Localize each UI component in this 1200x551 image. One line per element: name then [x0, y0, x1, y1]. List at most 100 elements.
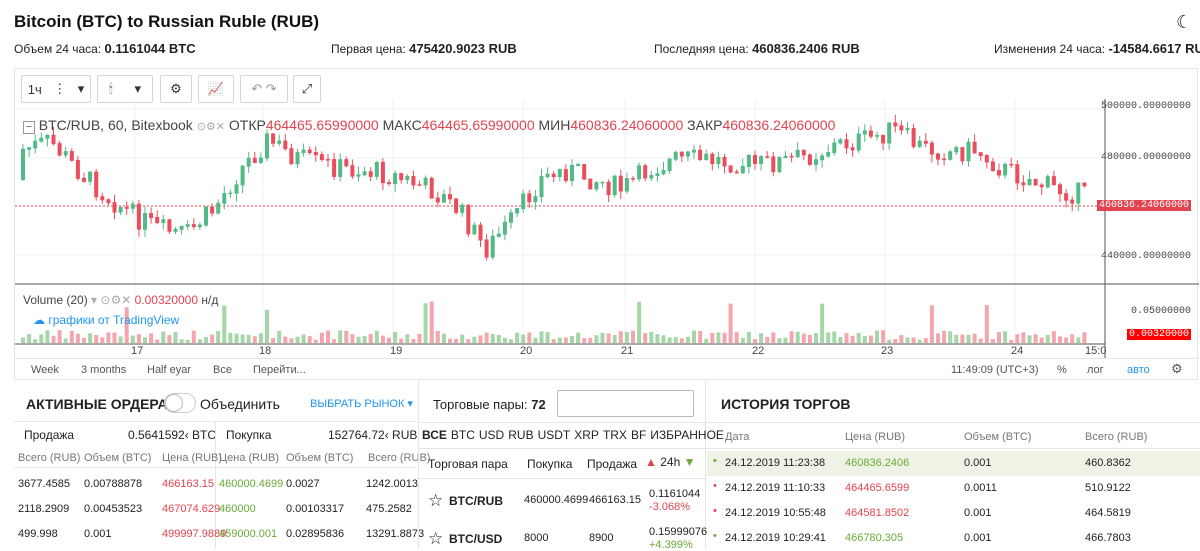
- pair-tab[interactable]: XRP: [574, 428, 599, 442]
- volume-bar: [417, 333, 422, 343]
- pair-change-pct[interactable]: -3.068%: [649, 501, 690, 513]
- volume-bar: [185, 339, 190, 343]
- volume-bar: [704, 338, 709, 343]
- pair-buy[interactable]: 460000.4699: [524, 494, 588, 506]
- buy-order-cell[interactable]: 459000.001: [219, 528, 277, 540]
- candle: [374, 161, 379, 177]
- candle: [905, 128, 910, 131]
- dark-mode-icon[interactable]: ☾: [1176, 12, 1192, 33]
- candle: [417, 184, 422, 186]
- volume-bar: [771, 332, 776, 343]
- sell-order-cell[interactable]: 3677.4585: [18, 478, 70, 490]
- sell-order-cell[interactable]: 0.00453523: [84, 503, 142, 515]
- range-week[interactable]: Week: [31, 364, 59, 376]
- log-toggle[interactable]: лог: [1087, 364, 1104, 376]
- range-half-year[interactable]: Half eyar: [147, 364, 191, 376]
- candle: [783, 155, 788, 159]
- sell-order-cell[interactable]: 2118.2909: [18, 503, 69, 515]
- sell-order-cell[interactable]: 499997.9889: [162, 528, 226, 540]
- change-header[interactable]: ▲ 24h ▼: [645, 455, 696, 469]
- clock: 11:49:09 (UTC+3): [951, 364, 1039, 376]
- sell-order-cell[interactable]: 0.001: [84, 528, 112, 540]
- volume-bar: [881, 330, 886, 343]
- volume-bar: [429, 301, 434, 343]
- sell-header[interactable]: Продажа: [587, 457, 637, 471]
- active-orders-panel: АКТИВНЫЕ ОРДЕРА Объединить ВЫБРАТЬ РЫНОК…: [14, 381, 430, 549]
- candle: [838, 139, 843, 144]
- favorite-star-icon[interactable]: ☆: [428, 491, 443, 511]
- candle: [978, 152, 983, 157]
- buy-order-cell[interactable]: 460000: [219, 503, 256, 515]
- candle: [643, 165, 648, 179]
- range-3months[interactable]: 3 months: [81, 364, 126, 376]
- volume-bar: [997, 332, 1001, 343]
- sell-order-cell[interactable]: 466163.15: [162, 478, 214, 490]
- candle: [100, 196, 105, 201]
- candle: [136, 203, 141, 230]
- volume-bar: [984, 305, 989, 343]
- pair-tab[interactable]: RUB: [508, 428, 533, 442]
- range-all[interactable]: Все: [213, 364, 232, 376]
- col-header: Дата: [725, 431, 750, 443]
- pair-tab[interactable]: ВСЕ: [422, 428, 447, 442]
- buy-header[interactable]: Покупка: [527, 457, 572, 471]
- history-cell: 24.12.2019 10:55:48: [725, 507, 826, 519]
- volume-bar: [917, 339, 922, 343]
- volume-bar: [759, 333, 764, 343]
- history-title: ИСТОРИЯ ТОРГОВ: [721, 396, 851, 412]
- pair-tab[interactable]: BTC: [451, 428, 475, 442]
- pair-name[interactable]: BTC/USD: [449, 532, 502, 546]
- volume-bar: [228, 332, 233, 343]
- pair-sell[interactable]: 466163.15: [589, 494, 641, 506]
- history-cell: 0.001: [964, 532, 992, 544]
- merge-toggle[interactable]: [164, 393, 196, 413]
- pair-tab[interactable]: TRX: [603, 428, 627, 442]
- pair-change-pct[interactable]: +4.399%: [649, 539, 693, 551]
- chart-settings-icon[interactable]: ⚙: [1171, 361, 1183, 377]
- favorite-star-icon[interactable]: ☆: [428, 529, 443, 549]
- pair-change-volume[interactable]: 0.15999076: [649, 526, 707, 538]
- pair-name[interactable]: BTC/RUB: [449, 494, 503, 508]
- volume-bar: [600, 332, 605, 343]
- price-chart[interactable]: 1ч ⋮ ▾ 🕯 ▾ ⚙ 📈 ↶ ↷ ⤢ − BTC/RUB, 60, Bitexbo…: [14, 68, 1199, 380]
- pair-sell[interactable]: 8900: [589, 532, 613, 544]
- candle: [246, 157, 251, 167]
- pair-tab[interactable]: USDT: [538, 428, 571, 442]
- sell-order-cell[interactable]: 0.00788878: [84, 478, 142, 490]
- sell-order-cell[interactable]: 499.998: [18, 528, 58, 540]
- candle: [942, 158, 947, 161]
- buy-order-cell[interactable]: 1242.0013: [366, 478, 418, 490]
- tradingview-logo[interactable]: ☁ графики от TradingView: [33, 313, 179, 327]
- pair-search-input[interactable]: [557, 390, 694, 417]
- goto-button[interactable]: Перейти...: [253, 364, 306, 376]
- candle: [545, 173, 550, 177]
- volume-bar: [740, 337, 745, 343]
- candle: [856, 133, 861, 151]
- pair-change-volume[interactable]: 0.1161044: [649, 488, 700, 500]
- candle: [539, 175, 544, 198]
- buy-order-cell[interactable]: 475.2582: [366, 503, 412, 515]
- page-title: Bitcoin (BTC) to Russian Ruble (RUB): [14, 12, 320, 31]
- candle: [1064, 193, 1069, 201]
- volume-bar: [509, 339, 513, 343]
- buy-order-cell[interactable]: 460000.4699: [219, 478, 283, 490]
- buy-total: 152764.72‹ RUB: [328, 428, 418, 442]
- percent-toggle[interactable]: %: [1057, 364, 1067, 376]
- pair-header[interactable]: Торговая пара: [428, 457, 508, 471]
- volume-bar: [807, 334, 812, 343]
- buy-order-cell[interactable]: 0.00103317: [286, 503, 344, 515]
- auto-toggle[interactable]: авто: [1127, 364, 1150, 376]
- sell-order-cell[interactable]: 467074.629: [162, 503, 220, 515]
- candle: [460, 204, 465, 213]
- select-market-button[interactable]: ВЫБРАТЬ РЫНОК ▾: [310, 397, 413, 410]
- volume-bar: [801, 333, 806, 343]
- x-tick: 20: [520, 345, 533, 357]
- buy-order-cell[interactable]: 0.02895836: [286, 528, 344, 540]
- pair-buy[interactable]: 8000: [524, 532, 548, 544]
- volume-bar: [271, 338, 276, 343]
- pair-tab[interactable]: USD: [479, 428, 504, 442]
- col-header: Объем (BTC): [84, 452, 152, 464]
- buy-order-cell[interactable]: 13291.8873: [366, 528, 424, 540]
- pair-tab[interactable]: BF: [631, 428, 646, 442]
- buy-order-cell[interactable]: 0.0027: [286, 478, 320, 490]
